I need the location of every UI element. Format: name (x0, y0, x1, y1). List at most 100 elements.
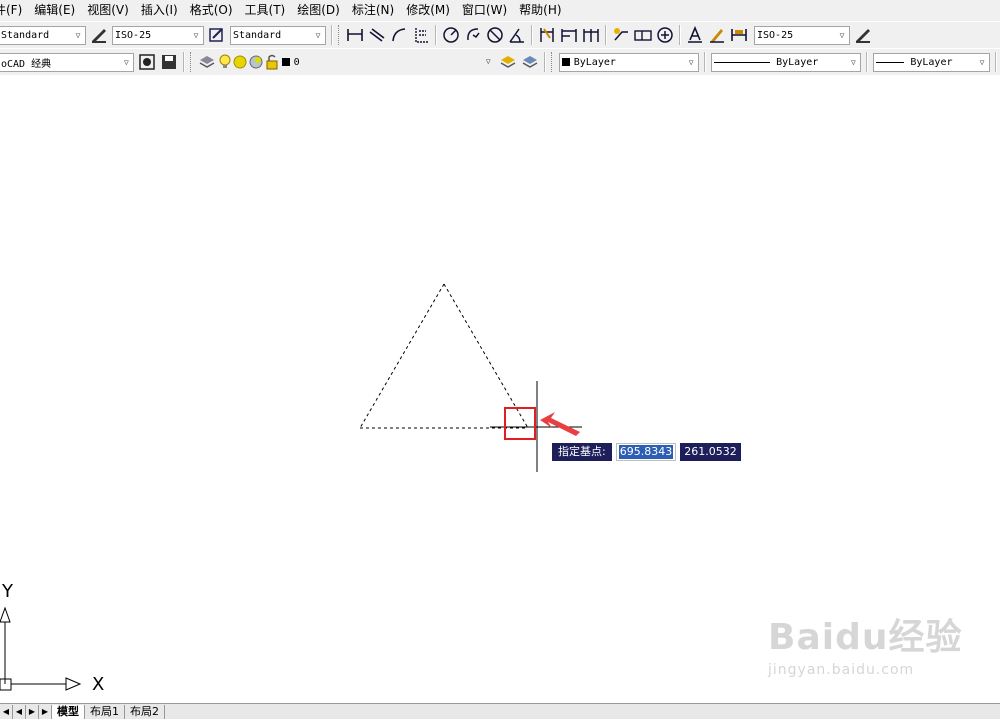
linetype-sample-icon (714, 61, 771, 63)
chevron-down-icon: ▽ (71, 26, 85, 44)
menu-edit[interactable]: 编辑(E) (28, 0, 81, 21)
chevron-down-icon: ▽ (485, 56, 491, 66)
layer-on-bulb-icon[interactable] (219, 52, 231, 72)
menu-insert[interactable]: 插入(I) (135, 0, 184, 21)
tab-prev-icon[interactable]: ◀ (13, 704, 26, 719)
separator (605, 25, 607, 45)
tab-model[interactable]: 模型 (52, 704, 85, 719)
ucs-x-label: X (92, 674, 105, 695)
linear-dimension-icon[interactable] (345, 25, 365, 45)
menu-window[interactable]: 窗口(W) (456, 0, 513, 21)
y-coordinate-input[interactable]: 261.0532 (680, 443, 741, 461)
linetype-select[interactable]: ByLayer ▽ (711, 52, 862, 72)
menu-file[interactable]: 件(F) (0, 0, 28, 21)
menu-view[interactable]: 视图(V) (81, 0, 135, 21)
chevron-down-icon: ▽ (835, 26, 849, 44)
toolbar-grip[interactable] (189, 52, 194, 72)
arc-length-icon[interactable] (389, 25, 409, 45)
ordinate-dimension-icon[interactable] (411, 25, 431, 45)
center-mark-icon[interactable] (655, 25, 675, 45)
chevron-down-icon: ▽ (189, 26, 203, 44)
dynamic-input-prompt: 指定基点: 695.8343 261.0532 (552, 443, 741, 461)
layer-select[interactable]: 0 ▽ (292, 53, 496, 72)
chevron-down-icon: ▽ (846, 53, 861, 71)
baseline-dimension-icon[interactable] (559, 25, 579, 45)
text-style-select[interactable]: Standard ▽ (0, 25, 86, 45)
highlight-box (504, 407, 536, 440)
aligned-dimension-icon[interactable] (367, 25, 387, 45)
dimension-update-icon[interactable] (729, 25, 749, 45)
dimension-text-edit-icon[interactable] (707, 25, 727, 45)
table-style-value: Standard (233, 29, 282, 41)
red-arrow-annotation (540, 412, 580, 436)
ucs-y-label: Y (2, 581, 13, 602)
toolbar-grip[interactable] (550, 52, 555, 72)
menu-tools[interactable]: 工具(T) (239, 0, 292, 21)
lineweight-sample-icon (876, 61, 905, 63)
lineweight-value: ByLayer (910, 56, 953, 68)
layer-unlock-icon[interactable] (265, 52, 279, 72)
layer-viewport-icon[interactable] (249, 52, 263, 72)
text-style-value: Standard (1, 29, 50, 41)
tab-layout2[interactable]: 布局2 (125, 704, 165, 719)
prompt-label: 指定基点: (552, 443, 612, 461)
dimension-edit-icon[interactable] (685, 25, 705, 45)
menu-bar: 件(F) 编辑(E) 视图(V) 插入(I) 格式(O) 工具(T) 绘图(D)… (0, 0, 1000, 21)
tolerance-icon[interactable] (633, 25, 653, 45)
workspace-settings-icon[interactable] (137, 52, 157, 72)
watermark-url: jingyan.baidu.com (768, 662, 915, 678)
tab-next-icon[interactable]: ▶ (26, 704, 39, 719)
tab-last-icon[interactable]: ▶ (39, 704, 52, 719)
workspace-value: oCAD 经典 (1, 58, 52, 70)
chevron-down-icon: ▽ (311, 26, 325, 44)
separator (531, 25, 533, 45)
dim-style-manager-right-icon[interactable] (853, 25, 873, 45)
layer-thaw-sun-icon[interactable] (233, 52, 247, 72)
toolbar-grip[interactable] (338, 25, 342, 45)
separator (182, 52, 185, 72)
tab-layout1[interactable]: 布局1 (85, 704, 125, 719)
quick-dimension-icon[interactable] (537, 25, 557, 45)
layer-properties-icon[interactable] (197, 52, 217, 72)
table-style-select[interactable]: Standard ▽ (230, 25, 326, 45)
color-select[interactable]: ByLayer ▽ (558, 52, 700, 72)
tab-first-icon[interactable]: ◀ (0, 704, 13, 719)
radius-dimension-icon[interactable] (441, 25, 461, 45)
menu-draw[interactable]: 绘图(D) (291, 0, 346, 21)
x-coordinate-value: 695.8343 (618, 445, 674, 459)
workspace-save-icon[interactable] (159, 52, 179, 72)
menu-dimension[interactable]: 标注(N) (346, 0, 400, 21)
dim-style-manager-icon[interactable] (207, 25, 227, 45)
text-style-manager-icon[interactable] (89, 25, 109, 45)
lineweight-select[interactable]: ByLayer ▽ (873, 52, 990, 72)
x-coordinate-input[interactable]: 695.8343 (615, 443, 677, 461)
layer-previous-icon[interactable] (520, 52, 540, 72)
layers-toolbar: oCAD 经典 ▽ 0 ▽ ByLayer ▽ ByLayer ▽ ByLaye… (0, 48, 1000, 76)
chevron-down-icon: ▽ (684, 53, 699, 71)
chevron-down-icon: ▽ (119, 53, 134, 71)
menu-format[interactable]: 格式(O) (184, 0, 239, 21)
dim-style-select-right[interactable]: ISO-25 ▽ (754, 25, 850, 45)
color-value: ByLayer (573, 56, 616, 68)
separator (679, 25, 681, 45)
make-current-layer-icon[interactable] (498, 52, 518, 72)
diameter-dimension-icon[interactable] (485, 25, 505, 45)
dim-style-select[interactable]: ISO-25 ▽ (112, 25, 204, 45)
dashed-triangle-preview (359, 283, 529, 429)
color-swatch-icon (561, 58, 570, 66)
leader-icon[interactable] (611, 25, 631, 45)
chevron-down-icon: ▽ (975, 53, 989, 71)
continue-dimension-icon[interactable] (581, 25, 601, 45)
menu-modify[interactable]: 修改(M) (400, 0, 456, 21)
separator (995, 52, 997, 72)
angular-dimension-icon[interactable] (507, 25, 527, 45)
layer-color-swatch-icon (281, 52, 291, 72)
dim-style-right-value: ISO-25 (757, 29, 794, 41)
linetype-value: ByLayer (776, 56, 819, 68)
jogged-dimension-icon[interactable] (463, 25, 483, 45)
baidu-watermark: Baidu经验 jingyan.baidu.com (768, 608, 962, 678)
workspace-select[interactable]: oCAD 经典 ▽ (0, 52, 135, 72)
layer-value: 0 (293, 56, 300, 68)
separator (866, 52, 869, 72)
menu-help[interactable]: 帮助(H) (513, 0, 567, 21)
